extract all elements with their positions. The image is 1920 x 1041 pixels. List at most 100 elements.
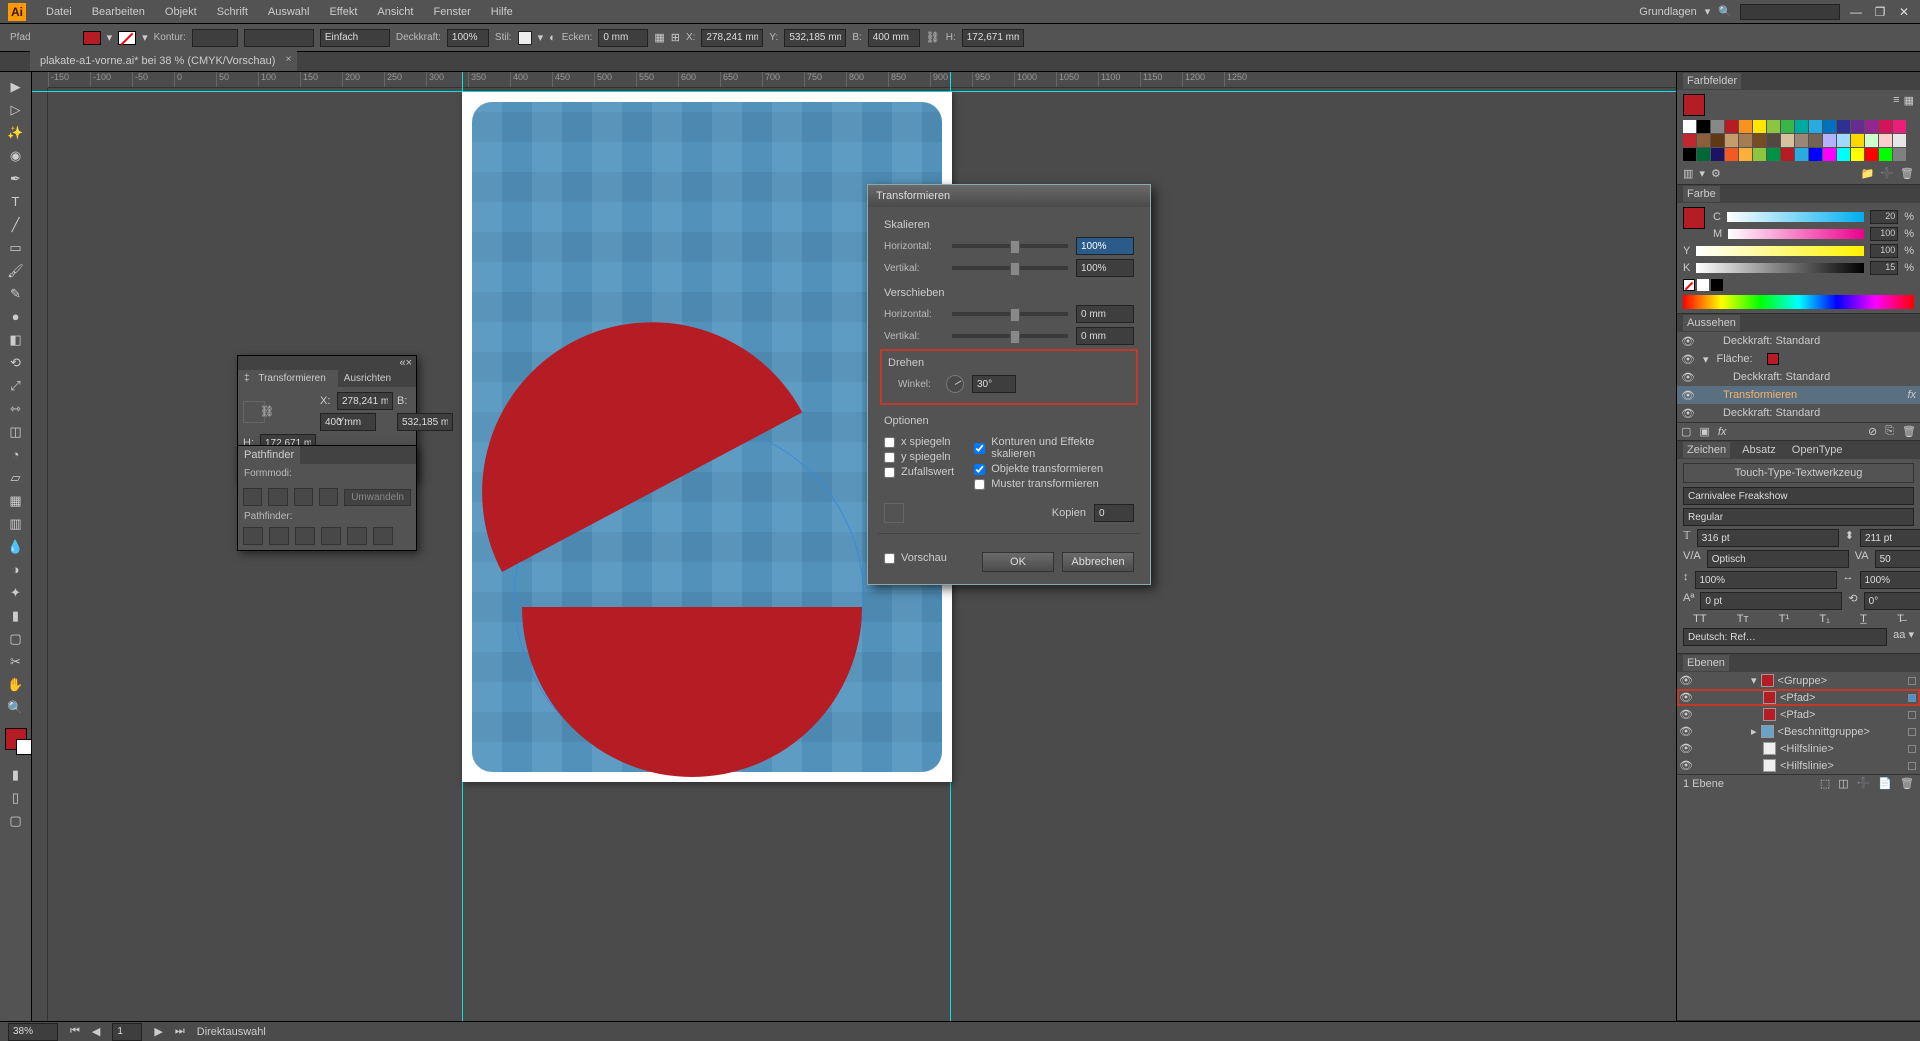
hand-tool-icon[interactable]: ✋ <box>4 674 28 695</box>
fill-stroke-indicator[interactable] <box>5 728 27 750</box>
hscale-input[interactable] <box>1860 571 1920 589</box>
symbol-tool-icon[interactable]: ✦ <box>4 582 28 603</box>
scale-strokes-checkbox[interactable]: Konturen und Effekte skalieren <box>974 436 1134 460</box>
free-transform-tool-icon[interactable]: ◫ <box>4 421 28 442</box>
swatch-kind-icon[interactable]: ▾ <box>1699 167 1705 180</box>
blend-tool-icon[interactable]: ◑ <box>4 559 28 580</box>
m-input[interactable]: 100 <box>1870 227 1898 241</box>
eye-icon[interactable]: 👁 <box>1681 335 1695 348</box>
graph-tool-icon[interactable]: ▮ <box>4 605 28 626</box>
gradient-tool-icon[interactable]: ▥ <box>4 513 28 534</box>
link-wh-icon[interactable]: ⛓ <box>926 31 940 44</box>
slice-tool-icon[interactable]: ✂ <box>4 651 28 672</box>
eye-icon[interactable]: 👁 <box>1679 759 1693 772</box>
tab-close-icon[interactable]: × <box>286 54 292 65</box>
style-swatch[interactable] <box>518 31 532 45</box>
menu-fenster[interactable]: Fenster <box>423 6 480 18</box>
font-size-input[interactable] <box>1697 529 1839 547</box>
draw-mode-icon[interactable]: ▯ <box>4 787 28 808</box>
underline-icon[interactable]: T̲ <box>1860 613 1867 625</box>
opentype-tab[interactable]: OpenType <box>1788 442 1847 458</box>
layer-item[interactable]: <Gruppe> <box>1778 675 1828 687</box>
none-swatch[interactable] <box>1683 279 1695 291</box>
eyedropper-tool-icon[interactable]: 💧 <box>4 536 28 557</box>
menu-effekt[interactable]: Effekt <box>319 6 367 18</box>
layer-item[interactable]: <Hilfslinie> <box>1780 760 1834 772</box>
width-tool-icon[interactable]: ⇿ <box>4 398 28 419</box>
appearance-transform-effect[interactable]: Transformieren <box>1703 389 1899 401</box>
y-mirror-checkbox[interactable]: y spiegeln <box>884 451 954 463</box>
eraser-tool-icon[interactable]: ◧ <box>4 329 28 350</box>
add-stroke-icon[interactable]: ▢ <box>1681 425 1691 438</box>
maximize-icon[interactable]: ❐ <box>1872 6 1888 18</box>
swatch-library-icon[interactable]: ▥ <box>1683 167 1693 180</box>
magic-wand-tool-icon[interactable]: ✨ <box>4 122 28 143</box>
v-move-input[interactable] <box>1076 327 1134 345</box>
appearance-tab[interactable]: Aussehen <box>1683 315 1740 331</box>
crop-icon[interactable] <box>321 527 341 545</box>
shape-builder-tool-icon[interactable]: ◔ <box>4 444 28 465</box>
preview-checkbox[interactable]: Vorschau <box>884 552 947 564</box>
font-family-input[interactable] <box>1683 487 1914 505</box>
tracking-input[interactable] <box>1875 550 1920 568</box>
menu-objekt[interactable]: Objekt <box>155 6 207 18</box>
allcaps-icon[interactable]: TT <box>1693 613 1706 625</box>
copies-input[interactable] <box>1094 504 1134 522</box>
transform-patterns-checkbox[interactable]: Muster transformieren <box>974 478 1134 490</box>
smallcaps-icon[interactable]: Tᴛ <box>1737 613 1749 625</box>
align-tab[interactable]: Ausrichten <box>338 370 397 387</box>
fill-indicator[interactable] <box>1683 94 1705 116</box>
superscript-icon[interactable]: T¹ <box>1779 613 1789 625</box>
trim-icon[interactable] <box>269 527 289 545</box>
layers-tab[interactable]: Ebenen <box>1683 655 1729 671</box>
lasso-tool-icon[interactable]: ◉ <box>4 145 28 166</box>
artboard-nav-next-icon[interactable]: ▶ <box>154 1025 162 1038</box>
direct-selection-tool-icon[interactable]: ▷ <box>4 99 28 120</box>
strikethrough-icon[interactable]: T̶ <box>1897 613 1904 625</box>
panel-y-input[interactable] <box>397 413 453 431</box>
new-group-icon[interactable]: 📁 <box>1861 167 1875 180</box>
make-clip-icon[interactable]: ◫ <box>1838 777 1848 790</box>
y-input[interactable] <box>784 29 846 47</box>
artboard-nav-last-icon[interactable]: ⏭ <box>175 1025 185 1038</box>
swatch-grid-view-icon[interactable]: ▦ <box>1904 94 1914 116</box>
eye-icon[interactable]: 👁 <box>1679 708 1693 721</box>
layer-item[interactable]: <Pfad> <box>1780 692 1815 704</box>
pen-tool-icon[interactable]: ✒ <box>4 168 28 189</box>
stroke-weight-input[interactable] <box>192 29 238 47</box>
scale-tool-icon[interactable]: ⤢ <box>4 375 28 396</box>
layer-item[interactable]: <Pfad> <box>1780 709 1815 721</box>
blob-brush-tool-icon[interactable]: ● <box>4 306 28 327</box>
ok-button[interactable]: OK <box>982 552 1054 572</box>
artboard-nav-first-icon[interactable]: ⏮ <box>70 1025 80 1038</box>
baseline-input[interactable] <box>1700 592 1842 610</box>
minus-back-icon[interactable] <box>373 527 393 545</box>
eye-icon[interactable]: 👁 <box>1681 389 1695 402</box>
layer-item[interactable]: <Beschnittgruppe> <box>1778 726 1870 738</box>
artboard-tool-icon[interactable]: ▢ <box>4 628 28 649</box>
character-tab[interactable]: Zeichen <box>1683 442 1730 458</box>
char-rotate-input[interactable] <box>1864 592 1920 610</box>
menu-datei[interactable]: Datei <box>36 6 82 18</box>
new-swatch-icon[interactable]: ➕ <box>1880 167 1894 180</box>
angle-input[interactable] <box>972 375 1016 393</box>
transform-objects-checkbox[interactable]: Objekte transformieren <box>974 463 1134 475</box>
transform-icon[interactable]: ⊞ <box>671 31 680 44</box>
black-swatch[interactable] <box>1711 279 1723 291</box>
spectrum-bar[interactable] <box>1683 295 1914 309</box>
align-icon[interactable]: ▦ <box>654 31 664 44</box>
minimize-icon[interactable]: — <box>1848 6 1864 18</box>
x-mirror-checkbox[interactable]: x spiegeln <box>884 436 954 448</box>
k-input[interactable]: 15 <box>1870 261 1898 275</box>
document-tab[interactable]: plakate-a1-vorne.ai* bei 38 % (CMYK/Vors… <box>30 51 297 71</box>
angle-dial-icon[interactable] <box>946 375 964 393</box>
swatch-options-icon[interactable]: ⚙ <box>1711 167 1721 180</box>
outline-icon[interactable] <box>347 527 367 545</box>
expand-button[interactable]: Umwandeln <box>344 489 411 506</box>
h-scale-input[interactable] <box>1076 237 1134 255</box>
v-scale-slider[interactable] <box>952 266 1068 270</box>
pencil-tool-icon[interactable]: ✎ <box>4 283 28 304</box>
new-sublayer-icon[interactable]: ➕ <box>1857 777 1871 790</box>
h-input[interactable] <box>962 29 1024 47</box>
fill-swatch[interactable] <box>83 31 101 45</box>
